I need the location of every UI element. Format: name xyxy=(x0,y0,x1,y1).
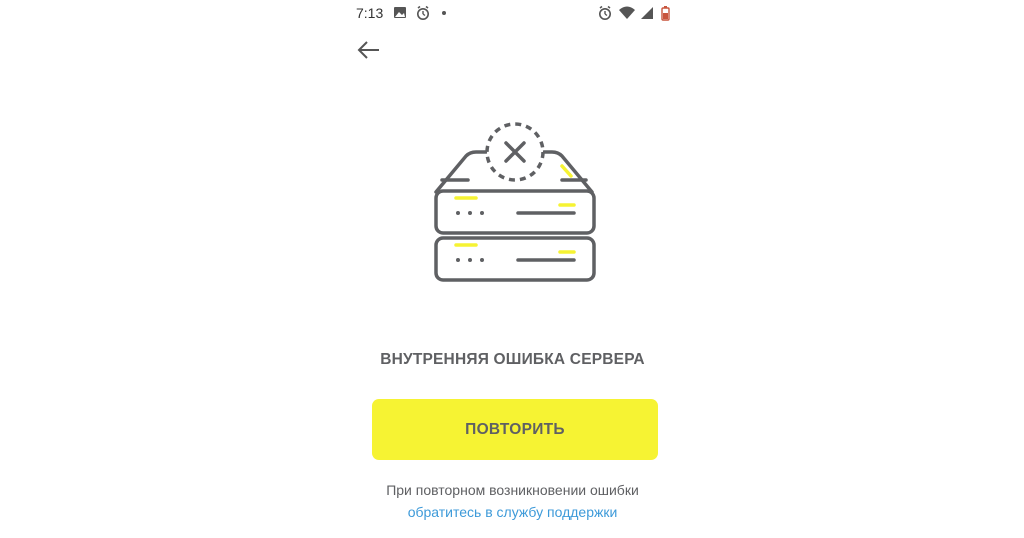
signal-icon xyxy=(641,7,653,19)
retry-button[interactable]: ПОВТОРИТЬ xyxy=(372,399,658,460)
server-error-illustration xyxy=(424,118,604,288)
alarm-icon xyxy=(599,5,611,20)
alarm-icon xyxy=(416,5,429,20)
status-time: 7:13 xyxy=(356,5,384,21)
error-screen: 7:13 ВНУТРЕННЯЯ ОШИБКА СЕРВЕРА ПОВТОРИТЬ… xyxy=(0,0,1024,538)
status-right-icons xyxy=(597,4,677,27)
server-error-icon xyxy=(434,122,596,282)
back-button[interactable] xyxy=(355,38,383,62)
dot-icon xyxy=(442,11,446,15)
arrow-left-icon xyxy=(357,41,379,59)
status-left-icons xyxy=(392,4,462,27)
error-title: ВНУТРЕННЯЯ ОШИБКА СЕРВЕРА xyxy=(380,351,645,368)
image-icon xyxy=(394,7,406,18)
support-hint: При повторном возникновении ошибки обрат… xyxy=(340,479,685,523)
support-link[interactable]: обратитесь в службу поддержки xyxy=(408,504,618,520)
wifi-icon xyxy=(619,6,635,19)
support-hint-text: При повторном возникновении ошибки xyxy=(386,482,639,498)
status-bar: 7:13 xyxy=(340,0,685,26)
battery-icon xyxy=(661,6,670,21)
